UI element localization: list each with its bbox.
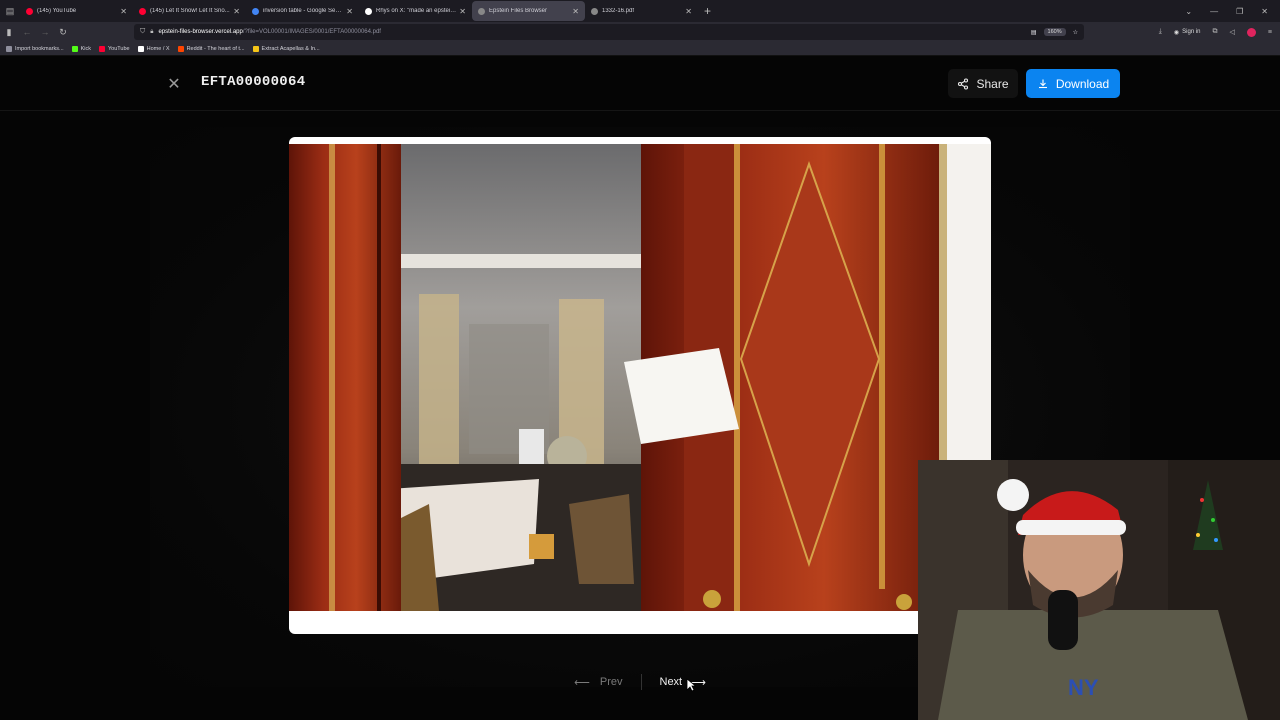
document-preview	[289, 137, 991, 634]
sidebar-icon[interactable]: ▮	[0, 27, 18, 38]
bookmark-favicon-icon	[177, 45, 184, 52]
bookmark-item[interactable]: Reddit - The heart of t...	[177, 45, 245, 52]
close-tab-icon[interactable]: ✕	[346, 7, 353, 16]
lock-icon[interactable]: 🔒︎	[150, 29, 153, 36]
bookmark-favicon-icon	[6, 45, 12, 52]
extension-badge-icon[interactable]	[1246, 27, 1256, 37]
browser-tab[interactable]: Epstein Files Browser ✕	[472, 1, 585, 21]
hoodie-lettering: NY	[1068, 675, 1099, 700]
tab-title: 1332-16.pdf	[602, 8, 635, 14]
file-title: EFTA00000064	[201, 74, 306, 90]
shield-icon[interactable]: ⛉	[140, 28, 145, 36]
url-path: /?file=VOL00001/IMAGES/0001/EFTA00000064…	[242, 29, 381, 35]
tab-title: (145) Let It Snow! Let It Sno...	[150, 8, 230, 14]
browser-tab[interactable]: 1332-16.pdf ✕	[585, 1, 698, 21]
pagination-divider	[640, 674, 642, 690]
document-photo	[289, 144, 991, 611]
browser-tab[interactable]: (145) Let It Snow! Let It Sno... ✕	[133, 1, 246, 21]
next-label: Next	[659, 676, 683, 688]
webcam-feed: NY	[918, 460, 1280, 720]
reader-view-icon[interactable]: ▤	[1031, 29, 1037, 36]
bookmark-item[interactable]: YouTube	[99, 45, 130, 52]
viewer-header: ✕ EFTA00000064 Share Download	[0, 57, 1280, 111]
tab-list-icon[interactable]: ▤	[0, 0, 20, 22]
sign-in-button[interactable]: ◉ Sign in	[1174, 29, 1201, 36]
browser-tab[interactable]: Rhys on X: "made an epstein fil... ✕	[359, 1, 472, 21]
toolbar-right: ⤓ ◉ Sign in ⧉ ◁ ≡	[1159, 22, 1272, 42]
list-all-tabs-icon[interactable]: ⌄	[1185, 7, 1192, 16]
back-icon[interactable]: ←	[18, 27, 36, 37]
bookmark-label: Home / X	[146, 45, 170, 52]
window-controls: ⌄ — ❐ ✕	[1185, 0, 1280, 22]
share-icon	[958, 77, 969, 90]
bookmark-favicon-icon	[252, 45, 259, 52]
close-tab-icon[interactable]: ✕	[685, 7, 692, 16]
close-tab-icon[interactable]: ✕	[459, 7, 466, 16]
bookmark-item[interactable]: Home / X	[137, 45, 170, 52]
mouse-cursor-icon	[686, 678, 696, 692]
bookmark-item[interactable]: Kick	[71, 45, 91, 52]
address-bar[interactable]: ⛉ 🔒︎ epstein-files-browser.vercel.app /?…	[134, 24, 1084, 40]
new-tab-button[interactable]: +	[704, 4, 711, 18]
close-tab-icon[interactable]: ✕	[572, 7, 579, 16]
bookmark-favicon-icon	[99, 45, 105, 52]
zoom-level[interactable]: 160%	[1043, 28, 1066, 36]
download-button[interactable]: Download	[1026, 69, 1120, 98]
minimize-icon[interactable]: —	[1210, 7, 1218, 16]
favicon-icon	[591, 7, 598, 15]
webcam-overlay: NY	[918, 460, 1280, 720]
prev-label: Prev	[599, 676, 623, 688]
favicon-icon	[26, 7, 33, 15]
restore-icon[interactable]: ❐	[1236, 7, 1243, 16]
bookmark-label: Extract Acapellas & In...	[261, 45, 320, 52]
menu-icon[interactable]: ≡	[1268, 29, 1272, 36]
favicon-icon	[139, 7, 146, 15]
share-label: Share	[976, 76, 1009, 91]
address-bar-actions: ▤ 160% ☆	[1031, 28, 1084, 36]
bookmark-label: Import bookmarks...	[15, 45, 64, 52]
browser-nav-bar: ▮ ← → ↻ ⛉ 🔒︎ epstein-files-browser.verce…	[0, 22, 1280, 42]
downloads-icon[interactable]: ⤓	[1159, 28, 1162, 36]
prev-button[interactable]: ⟵ Prev	[564, 672, 632, 693]
url-host: epstein-files-browser.vercel.app	[158, 29, 243, 35]
browser-tab-bar: ▤ (145) YouTube ✕ (145) Let It Snow! Let I…	[0, 0, 1280, 22]
account-icon: ◉	[1173, 29, 1180, 36]
forward-icon[interactable]: →	[36, 27, 54, 37]
close-icon: ✕	[167, 76, 181, 93]
bookmarks-bar: Import bookmarks... Kick YouTube Home / X Re…	[0, 42, 1280, 56]
close-tab-icon[interactable]: ✕	[120, 7, 127, 16]
tab-title: Rhys on X: "made an epstein fil...	[376, 8, 457, 14]
bookmark-star-icon[interactable]: ☆	[1073, 29, 1078, 36]
favicon-icon	[478, 7, 485, 15]
favicon-icon	[365, 7, 372, 15]
favicon-icon	[252, 7, 259, 15]
bookmark-label: Reddit - The heart of t...	[186, 45, 245, 52]
reload-icon[interactable]: ↻	[54, 27, 72, 38]
sign-in-label: Sign in	[1182, 29, 1201, 35]
tab-title: (145) YouTube	[37, 8, 77, 14]
download-icon	[1038, 79, 1047, 88]
mute-icon[interactable]: ◁	[1230, 28, 1235, 36]
arrow-left-icon: ⟵	[574, 676, 590, 689]
next-button[interactable]: Next ⟶	[650, 672, 716, 693]
bookmark-label: Kick	[80, 45, 91, 52]
extensions-icon[interactable]: ⧉	[1213, 28, 1218, 36]
tab-title: Epstein Files Browser	[489, 8, 548, 14]
browser-tab[interactable]: inversion table - Google Search ✕	[246, 1, 359, 21]
tab-strip: (145) YouTube ✕ (145) Let It Snow! Let It …	[20, 1, 698, 21]
close-viewer-button[interactable]: ✕	[160, 70, 188, 98]
bookmark-favicon-icon	[71, 45, 78, 52]
bookmark-favicon-icon	[137, 45, 144, 52]
download-label: Download	[1055, 76, 1110, 91]
browser-tab[interactable]: (145) YouTube ✕	[20, 1, 133, 21]
bookmark-item[interactable]: Import bookmarks...	[6, 45, 64, 52]
bookmark-label: YouTube	[108, 45, 130, 52]
close-tab-icon[interactable]: ✕	[233, 7, 240, 16]
share-button[interactable]: Share	[948, 69, 1018, 98]
close-window-icon[interactable]: ✕	[1261, 7, 1268, 16]
tab-title: inversion table - Google Search	[263, 8, 344, 14]
bookmark-item[interactable]: Extract Acapellas & In...	[252, 45, 320, 52]
